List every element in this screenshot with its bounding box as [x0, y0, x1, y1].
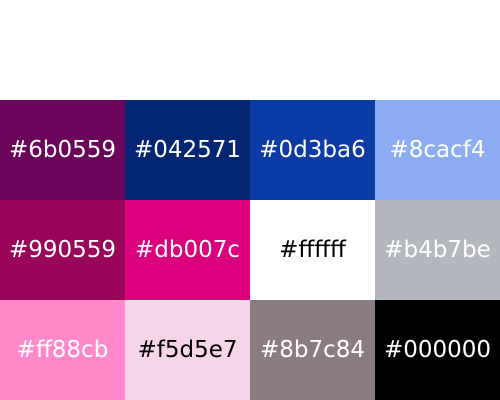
swatch-hex-label: #b4b7be — [384, 236, 491, 263]
swatch-hex-label: #ffffff — [279, 236, 346, 263]
color-swatch: #8cacf4 — [375, 100, 500, 200]
color-swatch: #ffffff — [250, 200, 375, 300]
color-swatch: #b4b7be — [375, 200, 500, 300]
swatch-hex-label: #ff88cb — [16, 336, 109, 363]
swatch-hex-label: #db007c — [134, 236, 241, 263]
swatch-hex-label: #8cacf4 — [389, 136, 486, 163]
blank-header-area — [0, 0, 500, 100]
color-swatch: #f5d5e7 — [125, 300, 250, 400]
swatch-hex-label: #000000 — [383, 336, 492, 363]
color-swatch: #db007c — [125, 200, 250, 300]
swatch-hex-label: #042571 — [133, 136, 242, 163]
color-swatch: #990559 — [0, 200, 125, 300]
swatch-hex-label: #f5d5e7 — [137, 336, 238, 363]
color-swatch: #8b7c84 — [250, 300, 375, 400]
swatch-hex-label: #0d3ba6 — [259, 136, 366, 163]
color-swatch: #042571 — [125, 100, 250, 200]
color-swatch: #0d3ba6 — [250, 100, 375, 200]
color-swatch: #ff88cb — [0, 300, 125, 400]
color-swatch: #6b0559 — [0, 100, 125, 200]
color-palette-grid: #6b0559 #042571 #0d3ba6 #8cacf4 #990559 … — [0, 100, 500, 400]
swatch-hex-label: #6b0559 — [8, 136, 117, 163]
swatch-hex-label: #990559 — [8, 236, 117, 263]
color-swatch: #000000 — [375, 300, 500, 400]
swatch-hex-label: #8b7c84 — [259, 336, 366, 363]
